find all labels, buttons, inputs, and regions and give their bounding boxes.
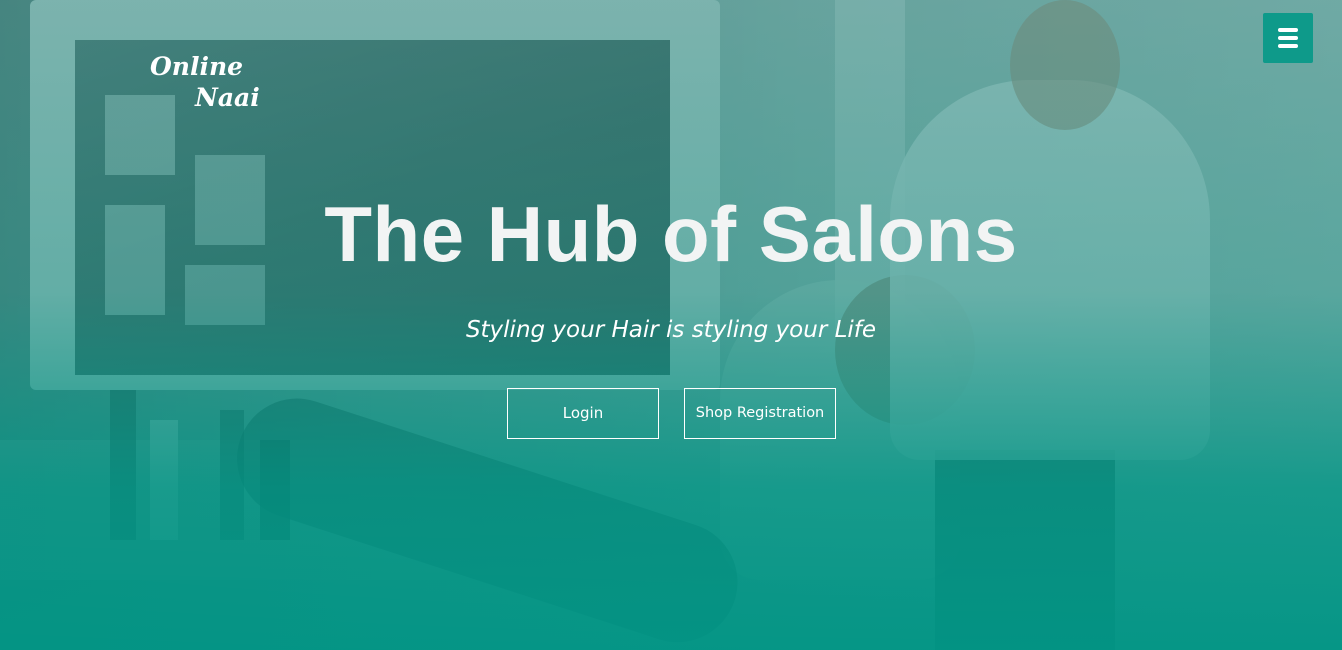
brand-logo-line-1: Online xyxy=(150,52,244,81)
shop-registration-button[interactable]: Shop Registration xyxy=(684,388,836,439)
brand-logo-line-2: Naai xyxy=(195,83,260,112)
hero-title: The Hub of Salons xyxy=(324,190,1018,278)
hero-tagline: Styling your Hair is styling your Life xyxy=(465,317,877,343)
hamburger-menu-icon xyxy=(1278,28,1298,48)
login-button[interactable]: Login xyxy=(507,388,659,439)
hero-section: Online Naai The Hub of Salons Styling yo… xyxy=(0,0,1342,650)
brand-logo[interactable]: Online Naai xyxy=(150,52,280,122)
menu-toggle-button[interactable] xyxy=(1263,13,1313,63)
